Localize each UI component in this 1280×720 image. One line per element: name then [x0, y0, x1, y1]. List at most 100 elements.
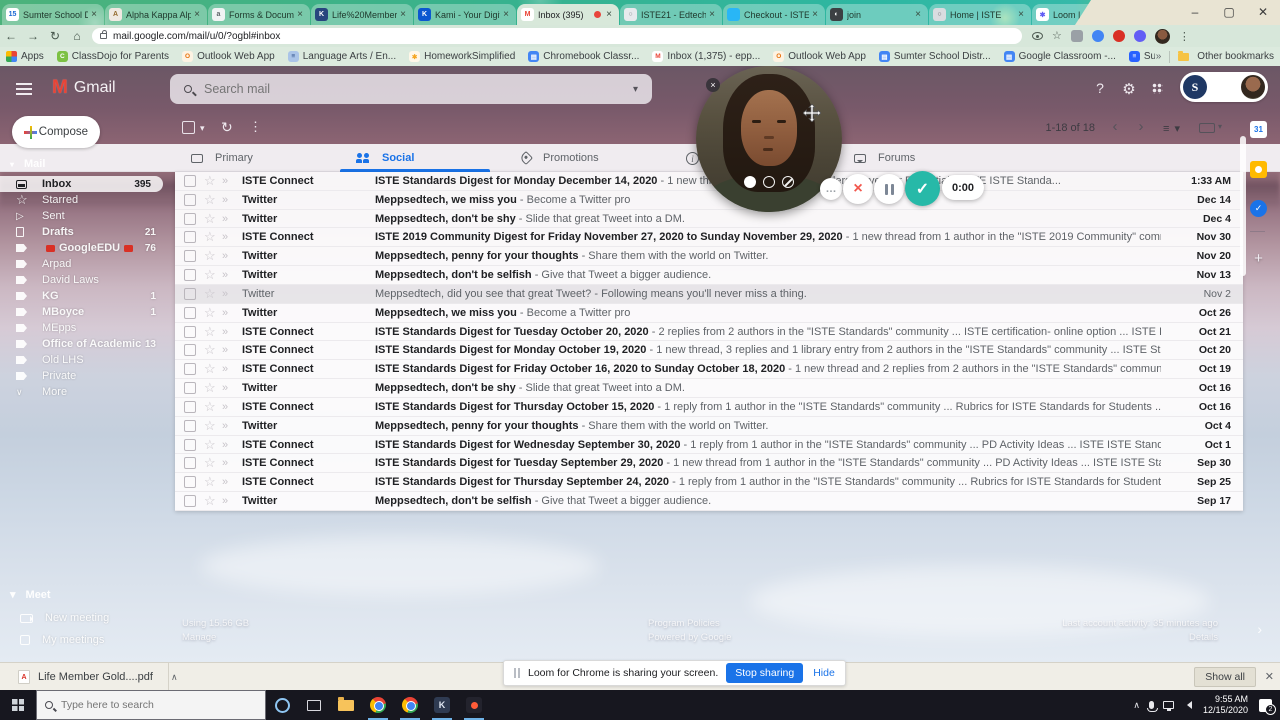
- account-capsule[interactable]: S: [1180, 72, 1268, 102]
- hide-link[interactable]: Hide: [813, 667, 835, 679]
- tab-close-icon[interactable]: ×: [294, 9, 306, 21]
- older-page-icon[interactable]: ›: [1131, 118, 1151, 135]
- browser-menu-icon[interactable]: ⋮: [1179, 30, 1190, 43]
- email-row[interactable]: ☆ » ISTE Connect ISTE Standards Digest f…: [175, 454, 1243, 474]
- input-tools-icon[interactable]: [1199, 122, 1222, 133]
- file-explorer-button[interactable]: [330, 690, 362, 720]
- importance-marker-icon[interactable]: »: [222, 326, 238, 338]
- star-icon[interactable]: ☆: [204, 493, 218, 508]
- browser-tab[interactable]: M Inbox (395) ×: [517, 4, 619, 25]
- row-checkbox[interactable]: [184, 400, 196, 413]
- email-row[interactable]: ☆ » Twitter Meppsedtech, did you see tha…: [175, 284, 1243, 304]
- star-icon[interactable]: ☆: [204, 268, 218, 282]
- importance-marker-icon[interactable]: »: [222, 307, 238, 319]
- app-button-kami[interactable]: K: [426, 690, 458, 720]
- tab-close-icon[interactable]: ×: [88, 9, 100, 21]
- loom-more-button[interactable]: …: [820, 178, 842, 200]
- hide-camera-option[interactable]: [782, 176, 794, 188]
- star-icon[interactable]: ☆: [204, 381, 218, 395]
- app-button-loom[interactable]: [458, 690, 490, 720]
- category-tab[interactable]: Promotions: [505, 144, 670, 172]
- bookmark-item[interactable]: ≡ Language Arts / En...: [287, 51, 396, 62]
- sidebar-item[interactable]: Office of Academic 13: [0, 336, 168, 352]
- sidebar-item[interactable]: MEpps: [0, 320, 168, 336]
- tab-close-icon[interactable]: ×: [809, 9, 821, 21]
- loom-pause-button[interactable]: [874, 174, 904, 204]
- tab-close-icon[interactable]: ×: [191, 9, 203, 21]
- star-icon[interactable]: ☆: [204, 324, 218, 339]
- browser-tab[interactable]: 15 Sumter School D ×: [2, 4, 104, 25]
- sidebar-item[interactable]: Starred: [0, 192, 168, 208]
- sidebar-item[interactable]: Inbox 395: [0, 176, 163, 192]
- importance-marker-icon[interactable]: »: [222, 401, 238, 413]
- category-tab[interactable]: Forums: [838, 144, 1003, 172]
- tray-expand-icon[interactable]: ∧: [1133, 700, 1140, 711]
- star-icon[interactable]: ☆: [204, 230, 218, 244]
- email-row[interactable]: ☆ » Twitter Meppsedtech, don't be selfis…: [175, 266, 1243, 285]
- apps-grid-icon[interactable]: [1152, 83, 1163, 94]
- back-button[interactable]: ←: [0, 29, 22, 43]
- browser-tab[interactable]: a Forms & Docum ×: [208, 4, 310, 25]
- more-options-icon[interactable]: ⋮: [249, 119, 262, 135]
- tab-close-icon[interactable]: ×: [706, 9, 718, 21]
- tab-close-icon[interactable]: ×: [912, 9, 924, 21]
- browser-tab[interactable]: ○ Home | ISTE ×: [929, 4, 1031, 25]
- select-all-checkbox[interactable]: [182, 121, 195, 134]
- size-small-option[interactable]: [744, 176, 756, 188]
- newer-page-icon[interactable]: ‹: [1105, 118, 1125, 135]
- importance-marker-icon[interactable]: »: [222, 175, 238, 187]
- extension-icon[interactable]: [1091, 30, 1104, 42]
- address-bar[interactable]: mail.google.com/mail/u/0/?ogbl#inbox: [92, 28, 1022, 44]
- importance-marker-icon[interactable]: »: [222, 382, 238, 394]
- importance-marker-icon[interactable]: »: [222, 344, 238, 356]
- tasks-icon[interactable]: ✓: [1250, 200, 1267, 217]
- bookmark-item[interactable]: ≡ Sumter School Distr...: [1128, 51, 1155, 62]
- importance-marker-icon[interactable]: »: [222, 439, 238, 451]
- keep-icon[interactable]: [1250, 161, 1267, 178]
- star-icon[interactable]: ☆: [204, 192, 218, 207]
- refresh-icon[interactable]: ↻: [221, 119, 233, 136]
- chrome-button[interactable]: [362, 690, 394, 720]
- importance-marker-icon[interactable]: »: [222, 194, 238, 206]
- meet-section-header[interactable]: ▾ Meet: [10, 588, 51, 602]
- email-row[interactable]: ☆ » ISTE Connect ISTE Standards Digest f…: [175, 322, 1243, 342]
- size-medium-option[interactable]: [763, 176, 775, 188]
- other-bookmarks-label[interactable]: Other bookmarks: [1197, 51, 1274, 62]
- row-checkbox[interactable]: [184, 363, 196, 376]
- org-avatar[interactable]: S: [1183, 75, 1207, 99]
- row-checkbox[interactable]: [184, 193, 196, 206]
- sidebar-item[interactable]: Sent: [0, 208, 168, 224]
- reload-button[interactable]: ↻: [44, 29, 66, 43]
- email-row[interactable]: ☆ » Twitter Meppsedtech, penny for your …: [175, 247, 1243, 267]
- importance-marker-icon[interactable]: »: [222, 213, 238, 225]
- category-tab[interactable]: Social: [340, 144, 505, 172]
- row-checkbox[interactable]: [184, 419, 196, 432]
- star-icon[interactable]: ☆: [204, 399, 218, 414]
- action-center-icon[interactable]: 2: [1259, 698, 1276, 715]
- email-row[interactable]: ☆ » ISTE Connect ISTE Standards Digest f…: [175, 473, 1243, 493]
- bookmark-item[interactable]: ▤ Sumter School Distr...: [878, 51, 991, 62]
- star-icon[interactable]: ☆: [204, 305, 218, 320]
- tab-close-icon[interactable]: ×: [603, 9, 615, 21]
- star-icon[interactable]: ☆: [204, 211, 218, 226]
- task-view-button[interactable]: [298, 690, 330, 720]
- importance-marker-icon[interactable]: »: [222, 231, 238, 243]
- home-button[interactable]: ⌂: [66, 29, 88, 43]
- b ookmarks-overflow-icon[interactable]: »: [1156, 51, 1162, 62]
- browser-tab[interactable]: A Alpha Kappa Alp ×: [105, 4, 207, 25]
- browser-tab[interactable]: ◐ join ×: [826, 4, 928, 25]
- tab-close-icon[interactable]: ×: [500, 9, 512, 21]
- browser-tab[interactable]: K Kami - Your Digit ×: [414, 4, 516, 25]
- search-input[interactable]: [204, 82, 604, 96]
- browser-tab[interactable]: K Life%20Member ×: [311, 4, 413, 25]
- star-icon[interactable]: ☆: [204, 362, 218, 376]
- taskbar-search-input[interactable]: [61, 699, 241, 711]
- category-tab[interactable]: Primary: [175, 144, 340, 172]
- forward-button[interactable]: →: [22, 29, 44, 43]
- webcam-close-icon[interactable]: ×: [706, 78, 720, 92]
- bookmark-item[interactable]: ▤ Chromebook Classr...: [528, 51, 639, 62]
- row-checkbox[interactable]: [184, 287, 196, 300]
- row-checkbox[interactable]: [184, 212, 196, 225]
- star-icon[interactable]: ☆: [204, 343, 218, 357]
- bookmark-item[interactable]: O Outlook Web App: [182, 51, 275, 62]
